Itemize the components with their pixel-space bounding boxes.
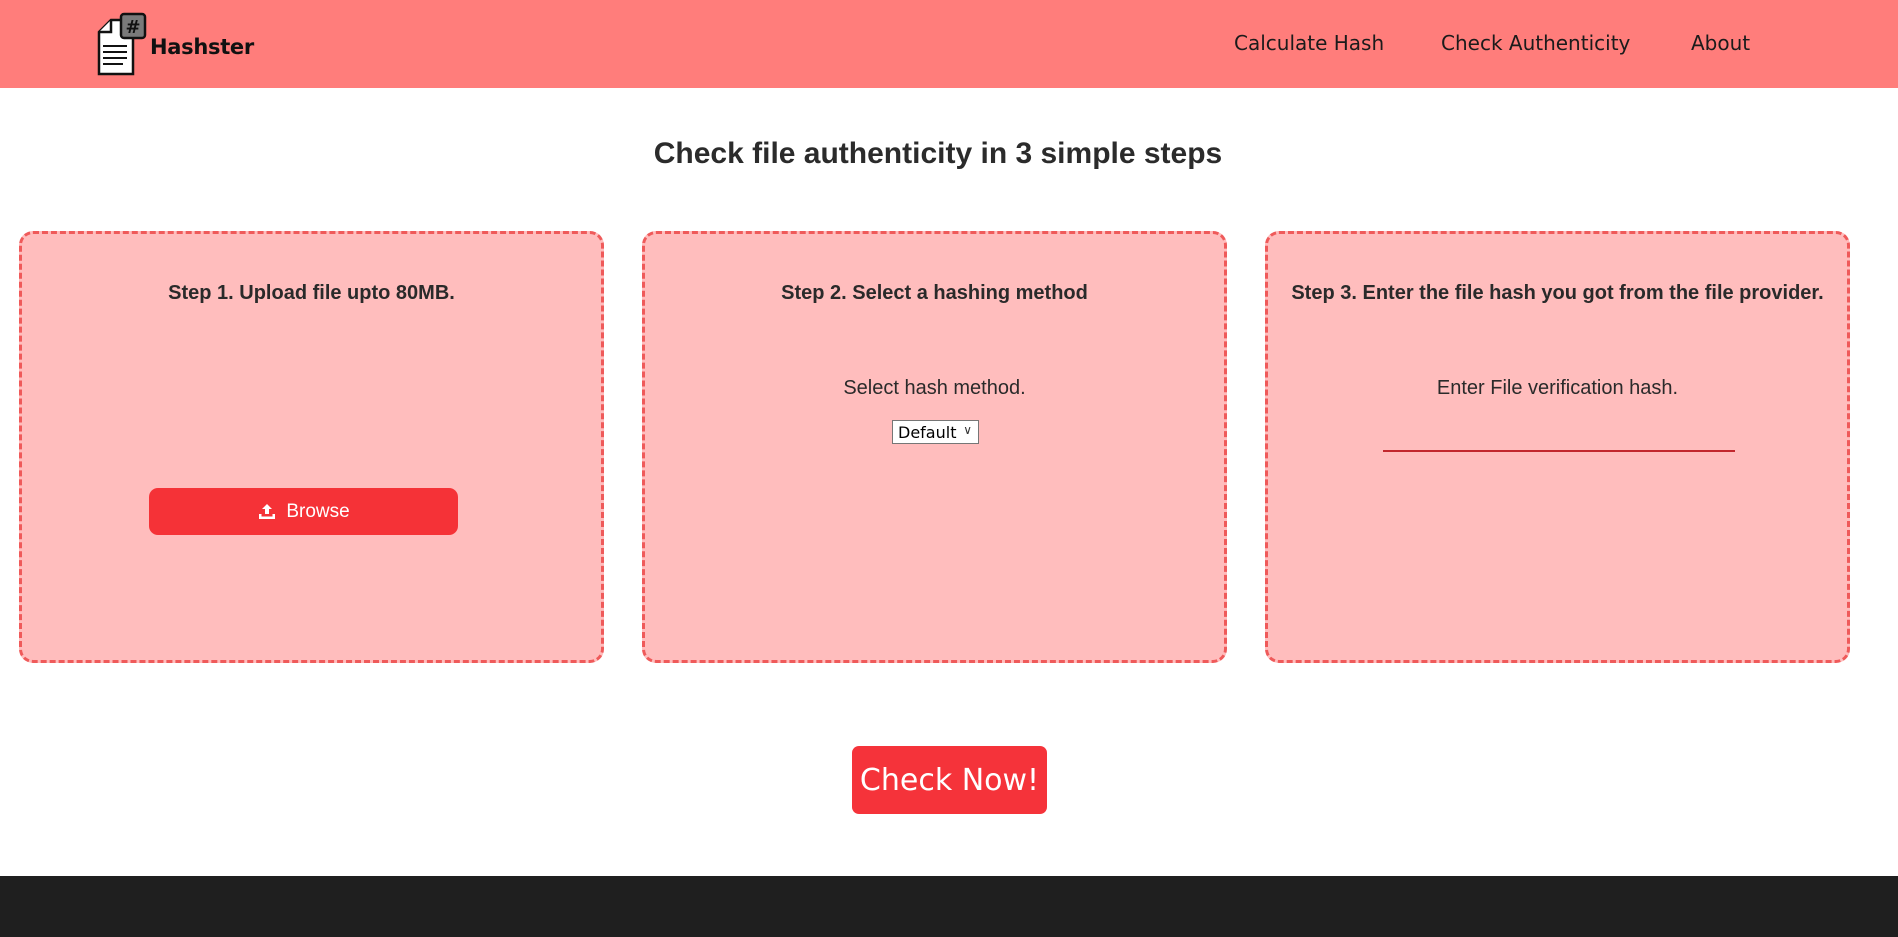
step-2-title: Step 2. Select a hashing method	[781, 282, 1088, 304]
browse-button-label: Browse	[286, 500, 350, 522]
hash-document-logo-icon[interactable]: #	[93, 12, 153, 78]
svg-text:#: #	[125, 17, 140, 38]
browse-button[interactable]: Browse	[149, 488, 458, 535]
nav-calculate-hash[interactable]: Calculate Hash	[1234, 31, 1384, 55]
footer	[0, 876, 1898, 937]
step-1-title: Step 1. Upload file upto 80MB.	[168, 282, 455, 304]
hash-method-label: Select hash method.	[843, 377, 1026, 399]
check-now-button[interactable]: Check Now!	[852, 746, 1047, 814]
brand-name[interactable]: Hashster	[150, 35, 254, 59]
step-2-card: Step 2. Select a hashing method Select h…	[642, 231, 1227, 663]
verification-hash-input[interactable]	[1383, 424, 1735, 452]
page-title: Check file authenticity in 3 simple step…	[653, 137, 1223, 170]
navbar: # Hashster Calculate Hash Check Authenti…	[0, 0, 1898, 88]
hash-method-select[interactable]: Default ∨	[892, 420, 979, 444]
chevron-down-icon: ∨	[963, 423, 972, 437]
verification-hash-label: Enter File verification hash.	[1436, 377, 1679, 399]
hash-method-value: Default	[898, 422, 957, 442]
nav-about[interactable]: About	[1691, 31, 1750, 55]
upload-icon	[259, 503, 276, 519]
step-3-title: Step 3. Enter the file hash you got from…	[1291, 282, 1824, 304]
step-3-card: Step 3. Enter the file hash you got from…	[1265, 231, 1850, 663]
nav-check-authenticity[interactable]: Check Authenticity	[1441, 31, 1630, 55]
step-1-card: Step 1. Upload file upto 80MB. Browse	[19, 231, 604, 663]
